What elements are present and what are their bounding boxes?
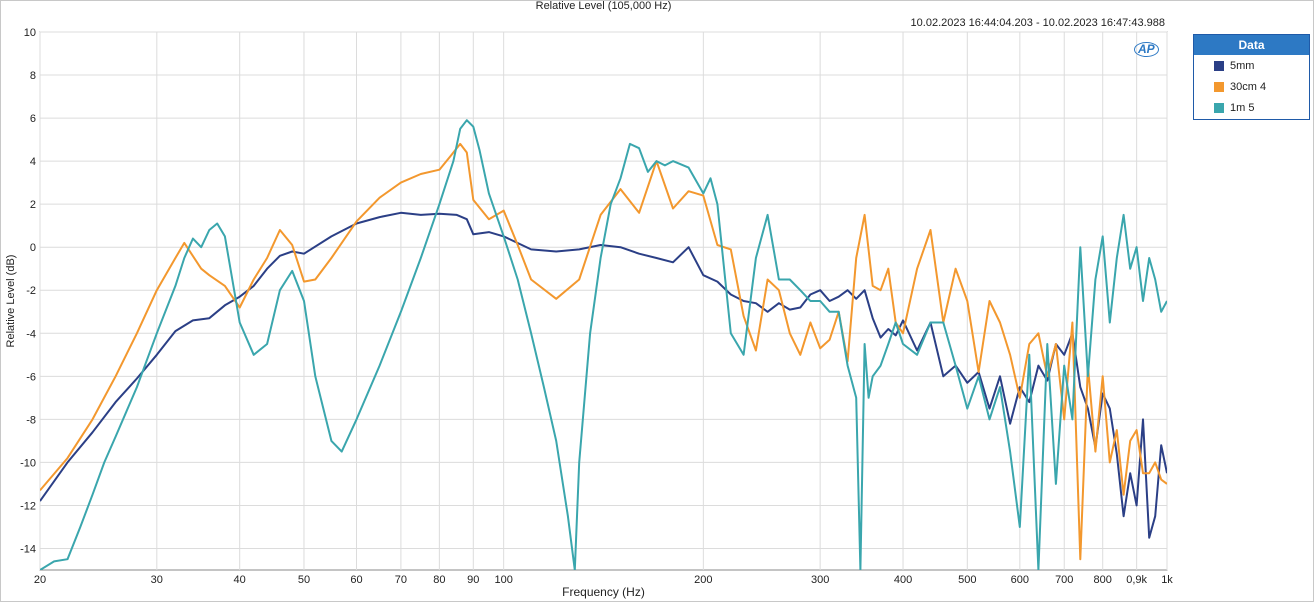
x-tick-label: 50 — [298, 574, 310, 586]
x-tick-label: 0,9k — [1126, 574, 1147, 586]
x-tick-label: 700 — [1055, 574, 1073, 586]
legend-label: 1m 5 — [1230, 101, 1255, 114]
legend-item-1m[interactable]: 1m 5 — [1194, 97, 1309, 118]
x-tick-label: 200 — [694, 574, 712, 586]
plot-area — [39, 31, 1168, 571]
x-tick-label: 400 — [894, 574, 912, 586]
legend-swatch — [1214, 60, 1224, 71]
x-tick-label: 20 — [34, 574, 46, 586]
y-tick-label: -4 — [26, 328, 36, 340]
legend-label: 5mm — [1230, 59, 1255, 72]
x-tick-label: 90 — [467, 574, 479, 586]
y-tick-label: 10 — [24, 27, 36, 39]
x-tick-label: 500 — [958, 574, 976, 586]
x-tick-label: 80 — [433, 574, 445, 586]
y-tick-label: -2 — [26, 285, 36, 297]
y-axis-label: Relative Level (dB) — [5, 255, 17, 348]
legend-item-30cm[interactable]: 30cm 4 — [1194, 76, 1309, 97]
y-tick-label: 4 — [30, 156, 36, 168]
legend: Data 5mm 30cm 4 1m 5 — [1193, 34, 1310, 120]
x-tick-label: 60 — [350, 574, 362, 586]
legend-label: 30cm 4 — [1230, 80, 1267, 93]
y-tick-label: -8 — [26, 414, 36, 426]
frequency-response-chart: 20 30 40 50 60 70 80 90 100 200 300 400 500 600 700 800… — [5, 27, 1173, 599]
x-tick-label: 300 — [811, 574, 829, 586]
x-tick-label: 800 — [1094, 574, 1112, 586]
legend-swatch — [1214, 81, 1224, 92]
x-tick-label: 70 — [395, 574, 407, 586]
y-tick-label: -10 — [20, 457, 36, 469]
ap-logo-icon: AP — [1134, 42, 1159, 57]
y-tick-labels: 10 8 6 4 2 0 -2 -4 -6 -8 -10 -12 -14 — [20, 27, 36, 555]
legend-swatch — [1214, 102, 1224, 113]
legend-title: Data — [1194, 35, 1309, 55]
y-tick-label: 2 — [30, 199, 36, 211]
x-tick-label: 30 — [151, 574, 163, 586]
y-tick-label: 0 — [30, 242, 36, 254]
y-tick-label: -12 — [20, 500, 36, 512]
x-axis-label: Frequency (Hz) — [562, 585, 645, 599]
x-tick-label: 100 — [494, 574, 512, 586]
legend-item-5mm[interactable]: 5mm — [1194, 55, 1309, 76]
y-tick-label: 8 — [30, 70, 36, 82]
x-tick-label: 600 — [1011, 574, 1029, 586]
x-tick-label: 40 — [234, 574, 246, 586]
y-tick-label: 6 — [30, 113, 36, 125]
y-tick-label: -14 — [20, 543, 36, 555]
y-tick-label: -6 — [26, 371, 36, 383]
x-tick-label: 1k — [1161, 574, 1173, 586]
